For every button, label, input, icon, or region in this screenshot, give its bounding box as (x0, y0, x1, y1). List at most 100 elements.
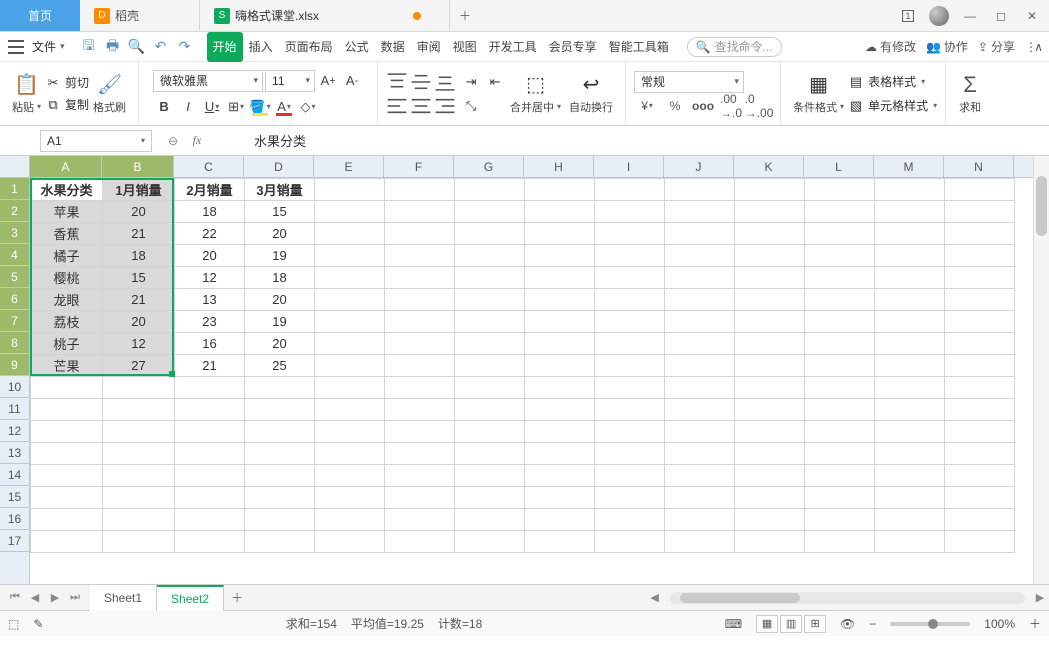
cell-D17[interactable] (245, 531, 315, 553)
cell-D10[interactable] (245, 377, 315, 399)
cell-M14[interactable] (875, 465, 945, 487)
cell-B7[interactable]: 20 (103, 311, 175, 333)
cell-M15[interactable] (875, 487, 945, 509)
align-left-button[interactable] (386, 95, 408, 117)
cell-L13[interactable] (805, 443, 875, 465)
cell-C5[interactable]: 12 (175, 267, 245, 289)
spreadsheet-grid[interactable]: ABCDEFGHIJKLMN 1234567891011121314151617… (0, 156, 1049, 584)
menu-数据[interactable]: 数据 (375, 32, 411, 62)
cell-K16[interactable] (735, 509, 805, 531)
col-header-K[interactable]: K (734, 156, 804, 177)
record-macro-icon[interactable]: ⬚ (8, 617, 19, 631)
cell-B14[interactable] (103, 465, 175, 487)
cell-L12[interactable] (805, 421, 875, 443)
cell-L6[interactable] (805, 289, 875, 311)
user-avatar[interactable] (924, 2, 954, 30)
cond-format-button[interactable]: ▦ 条件格式▾ (789, 73, 848, 115)
cell-G4[interactable] (455, 245, 525, 267)
cell-F3[interactable] (385, 223, 455, 245)
cell-H1[interactable] (525, 179, 595, 201)
col-header-B[interactable]: B (102, 156, 174, 177)
cell-A13[interactable] (31, 443, 103, 465)
cell-I14[interactable] (595, 465, 665, 487)
menu-审阅[interactable]: 审阅 (411, 32, 447, 62)
cell-D13[interactable] (245, 443, 315, 465)
row-header-17[interactable]: 17 (0, 530, 29, 552)
cell-M3[interactable] (875, 223, 945, 245)
cell-A3[interactable]: 香蕉 (31, 223, 103, 245)
row-header-14[interactable]: 14 (0, 464, 29, 486)
col-header-A[interactable]: A (30, 156, 102, 177)
col-header-I[interactable]: I (594, 156, 664, 177)
zoom-slider[interactable] (890, 622, 970, 626)
cell-M9[interactable] (875, 355, 945, 377)
cell-K17[interactable] (735, 531, 805, 553)
col-header-M[interactable]: M (874, 156, 944, 177)
cell-M1[interactable] (875, 179, 945, 201)
cell-H13[interactable] (525, 443, 595, 465)
cell-L2[interactable] (805, 201, 875, 223)
read-mode-icon[interactable]: 👁 (840, 617, 855, 631)
cell-M17[interactable] (875, 531, 945, 553)
font-size-combo[interactable]: 11▾ (265, 70, 315, 92)
cell-D9[interactable]: 25 (245, 355, 315, 377)
keyboard-icon[interactable]: ⌨ (725, 617, 742, 631)
cell-H2[interactable] (525, 201, 595, 223)
col-header-F[interactable]: F (384, 156, 454, 177)
cell-M7[interactable] (875, 311, 945, 333)
menu-公式[interactable]: 公式 (339, 32, 375, 62)
cell-N8[interactable] (945, 333, 1015, 355)
cell-N11[interactable] (945, 399, 1015, 421)
cell-J10[interactable] (665, 377, 735, 399)
cell-D8[interactable]: 20 (245, 333, 315, 355)
col-header-H[interactable]: H (524, 156, 594, 177)
cell-C13[interactable] (175, 443, 245, 465)
cell-F1[interactable] (385, 179, 455, 201)
horizontal-scrollbar[interactable] (670, 592, 1025, 604)
cell-I12[interactable] (595, 421, 665, 443)
row-header-9[interactable]: 9 (0, 354, 29, 376)
cell-B16[interactable] (103, 509, 175, 531)
minimize-button[interactable]: — (955, 2, 985, 30)
cell-K3[interactable] (735, 223, 805, 245)
merge-button[interactable]: ⬚ 合并居中▾ (506, 73, 565, 115)
cell-D7[interactable]: 19 (245, 311, 315, 333)
hscroll-left-button[interactable]: ◀ (646, 589, 664, 607)
cell-J4[interactable] (665, 245, 735, 267)
cell-H4[interactable] (525, 245, 595, 267)
cell-G12[interactable] (455, 421, 525, 443)
align-top-button[interactable] (386, 71, 408, 93)
sheet-last-button[interactable]: ⏭ (66, 589, 84, 607)
cell-H8[interactable] (525, 333, 595, 355)
cell-K9[interactable] (735, 355, 805, 377)
row-header-2[interactable]: 2 (0, 200, 29, 222)
cell-C8[interactable]: 16 (175, 333, 245, 355)
cell-E4[interactable] (315, 245, 385, 267)
cell-F16[interactable] (385, 509, 455, 531)
cell-D12[interactable] (245, 421, 315, 443)
cell-K5[interactable] (735, 267, 805, 289)
cell-L1[interactable] (805, 179, 875, 201)
cell-I7[interactable] (595, 311, 665, 333)
cell-N9[interactable] (945, 355, 1015, 377)
cell-K2[interactable] (735, 201, 805, 223)
cell-L8[interactable] (805, 333, 875, 355)
row-header-1[interactable]: 1 (0, 178, 29, 200)
row-header-6[interactable]: 6 (0, 288, 29, 310)
view-break-button[interactable]: ⊞ (804, 615, 826, 633)
cell-K12[interactable] (735, 421, 805, 443)
cell-J6[interactable] (665, 289, 735, 311)
cell-B2[interactable]: 20 (103, 201, 175, 223)
cell-A12[interactable] (31, 421, 103, 443)
redo-icon[interactable]: ↷ (177, 39, 193, 55)
cell-H7[interactable] (525, 311, 595, 333)
cell-N1[interactable] (945, 179, 1015, 201)
row-header-7[interactable]: 7 (0, 310, 29, 332)
cell-E3[interactable] (315, 223, 385, 245)
cell-K14[interactable] (735, 465, 805, 487)
cell-A2[interactable]: 苹果 (31, 201, 103, 223)
inc-decimal-button[interactable]: .00→.0 (718, 95, 744, 117)
cell-A6[interactable]: 龙眼 (31, 289, 103, 311)
cell-M10[interactable] (875, 377, 945, 399)
cell-L17[interactable] (805, 531, 875, 553)
